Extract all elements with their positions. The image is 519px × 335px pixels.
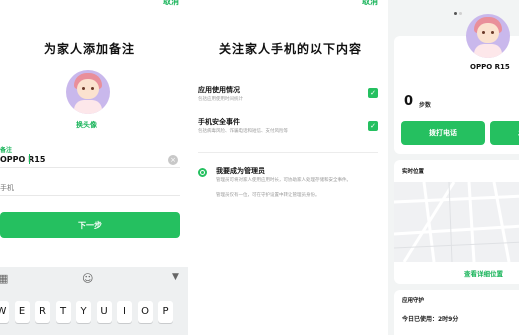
key-p[interactable]: P <box>158 301 173 323</box>
usage-text: 今日已使用：2时9分 <box>402 316 459 323</box>
avatar[interactable] <box>66 70 110 114</box>
admin-desc-1: 管理员可将对家人使用应用时长，可协助家人处理存储和安全事件。 <box>216 178 351 183</box>
avatar-eye <box>82 87 85 90</box>
key-w[interactable]: W <box>0 301 9 323</box>
key-o[interactable]: O <box>137 301 153 323</box>
avatar-body <box>474 44 502 58</box>
call-button[interactable]: 拨打电话 <box>401 121 485 145</box>
option-security-title: 手机安全事件 <box>198 118 240 126</box>
admin-option-title: 我要成为管理员 <box>216 167 265 175</box>
divider <box>198 152 378 153</box>
key-t[interactable]: T <box>55 301 71 323</box>
view-location-link[interactable]: 查看详细位置 <box>464 268 503 278</box>
key-y[interactable]: Y <box>76 301 91 323</box>
map[interactable] <box>394 182 519 262</box>
clear-icon[interactable]: × <box>168 155 178 165</box>
device-name: OPPO R15 <box>470 63 510 71</box>
admin-desc-2: 管理员仅有一位，可在守护设置中转让管理员身份。 <box>216 193 320 198</box>
avatar-eye <box>482 31 485 34</box>
keyboard-grid-icon[interactable]: ▦ <box>0 272 8 285</box>
cancel-button[interactable]: 取消 <box>362 0 378 7</box>
follow-content-screen: 取消 关注家人手机的以下内容 应用使用情况 包括应用使用时间统计 ✓ 手机安全事… <box>190 0 386 335</box>
option-app-usage-desc: 包括应用使用时间统计 <box>198 97 243 102</box>
text-caret <box>29 154 30 164</box>
map-roads <box>394 182 519 262</box>
option-app-usage-title: 应用使用情况 <box>198 86 240 94</box>
key-i[interactable]: I <box>117 301 132 323</box>
add-note-screen: 取消 为家人添加备注 换头像 备注 × 下一步 ▦ ☺ ▼ WERTYUIOP <box>0 0 188 335</box>
avatar-body <box>74 100 102 114</box>
device-dashboard-screen: OPPO R15 0 步数 拨打电话 发 实时位置 查看详细位置 应用守护 今日… <box>388 0 519 335</box>
avatar-eye <box>91 87 94 90</box>
option-security-desc: 包括病毒风险、诈骗电话和短信、支付风险等 <box>198 129 288 134</box>
cancel-button[interactable]: 取消 <box>163 0 179 7</box>
location-label: 实时位置 <box>402 169 425 175</box>
keyboard-toolbar: ▦ ☺ ▼ <box>0 267 188 289</box>
key-e[interactable]: E <box>14 301 30 323</box>
page-indicator <box>454 0 464 19</box>
avatar-eye <box>491 31 494 34</box>
page-title: 关注家人手机的以下内容 <box>219 42 363 56</box>
note-name-input[interactable] <box>0 152 180 168</box>
guard-label: 应用守护 <box>402 298 425 304</box>
message-button[interactable]: 发 <box>490 121 519 145</box>
key-u[interactable]: U <box>96 301 112 323</box>
emoji-icon[interactable]: ☺ <box>82 272 93 285</box>
admin-radio[interactable] <box>198 168 207 177</box>
page-title: 为家人添加备注 <box>44 42 136 56</box>
steps-value: 0 <box>404 94 414 109</box>
steps-unit: 步数 <box>419 102 432 109</box>
next-button[interactable]: 下一步 <box>0 212 180 238</box>
key-r[interactable]: R <box>35 301 50 323</box>
collapse-keyboard-icon[interactable]: ▼ <box>172 272 179 282</box>
device-avatar <box>466 14 510 58</box>
avatar-face <box>77 79 99 99</box>
phone-input[interactable] <box>0 180 180 196</box>
security-checkbox[interactable]: ✓ <box>368 121 378 131</box>
change-avatar-link[interactable]: 换头像 <box>76 120 97 130</box>
avatar-face <box>477 23 499 43</box>
keyboard: ▦ ☺ ▼ WERTYUIOP <box>0 267 188 335</box>
app-usage-checkbox[interactable]: ✓ <box>368 88 378 98</box>
